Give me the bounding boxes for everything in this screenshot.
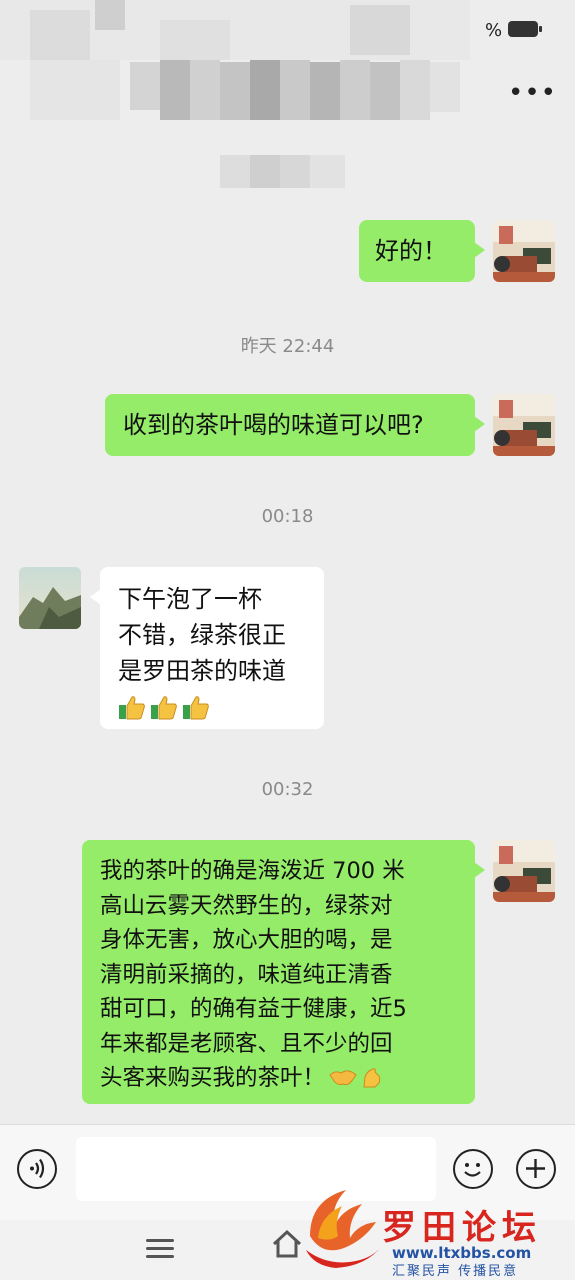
message-text: 高山云雾天然野生的，绿茶对 [100,892,393,919]
message-text: 好的！ [375,237,447,265]
message-text: 年来都是老顾客、且不少的回 [100,1030,393,1057]
timestamp: 00:32 [261,779,314,800]
contact-avatar[interactable] [19,567,81,629]
battery-icon [508,21,542,37]
battery-percent: % [485,20,503,41]
forum-watermark: 罗田论坛 www.ltxbbs.com 汇聚民声 传播民意 [300,1170,575,1280]
my-avatar[interactable] [493,394,555,456]
thumbs-up-icon [119,696,145,720]
message-text: 是罗田茶的味道 [118,657,286,685]
handshake-icon [329,1070,357,1086]
watermark-slogan: 汇聚民声 传播民意 [392,1264,519,1279]
timestamp: 昨天 22:44 [240,336,335,357]
watermark-title: 罗田论坛 [382,1208,542,1248]
voice-input-button[interactable] [17,1149,57,1189]
message-last-line: 头客来购买我的茶叶！ [100,1061,457,1096]
message-bubble[interactable]: 收到的茶叶喝的味道可以吧? [105,394,485,456]
thumbs-up-icon [151,696,177,720]
message-text: 甜可口，的确有益于健康，近5 [100,996,407,1022]
blurred-chat-header: % ••• [0,0,575,200]
ok-hand-icon [363,1068,381,1088]
message-text: 不错，绿茶很正 [118,621,286,649]
message-text: 下午泡了一杯 [118,585,262,613]
message-text: 头客来购买我的茶叶！ [100,1065,326,1091]
menu-icon[interactable] [146,1234,174,1263]
message-text: 我的茶叶的确是海泼近 700 米 [100,858,405,884]
home-icon[interactable] [270,1228,304,1260]
message-bubble[interactable]: 下午泡了一杯 不错，绿茶很正 是罗田茶的味道 [90,567,324,729]
message-text: 收到的茶叶喝的味道可以吧? [123,411,424,439]
message-text: 身体无害，放心大胆的喝，是 [100,927,393,953]
my-avatar[interactable] [493,840,555,902]
phoenix-logo-icon [306,1190,382,1268]
thumbs-up-icon [183,696,209,720]
voice-icon [30,1158,45,1179]
more-options-button[interactable]: ••• [508,78,556,108]
message-bubble[interactable]: 好的！ [359,220,485,282]
message-text: 清明前采摘的，味道纯正清香 [100,961,393,988]
timestamp: 00:18 [261,506,314,527]
my-avatar[interactable] [493,220,555,282]
message-bubble[interactable]: 我的茶叶的确是海泼近 700 米 高山云雾天然野生的，绿茶对 身体无害，放心大胆… [82,840,485,1104]
